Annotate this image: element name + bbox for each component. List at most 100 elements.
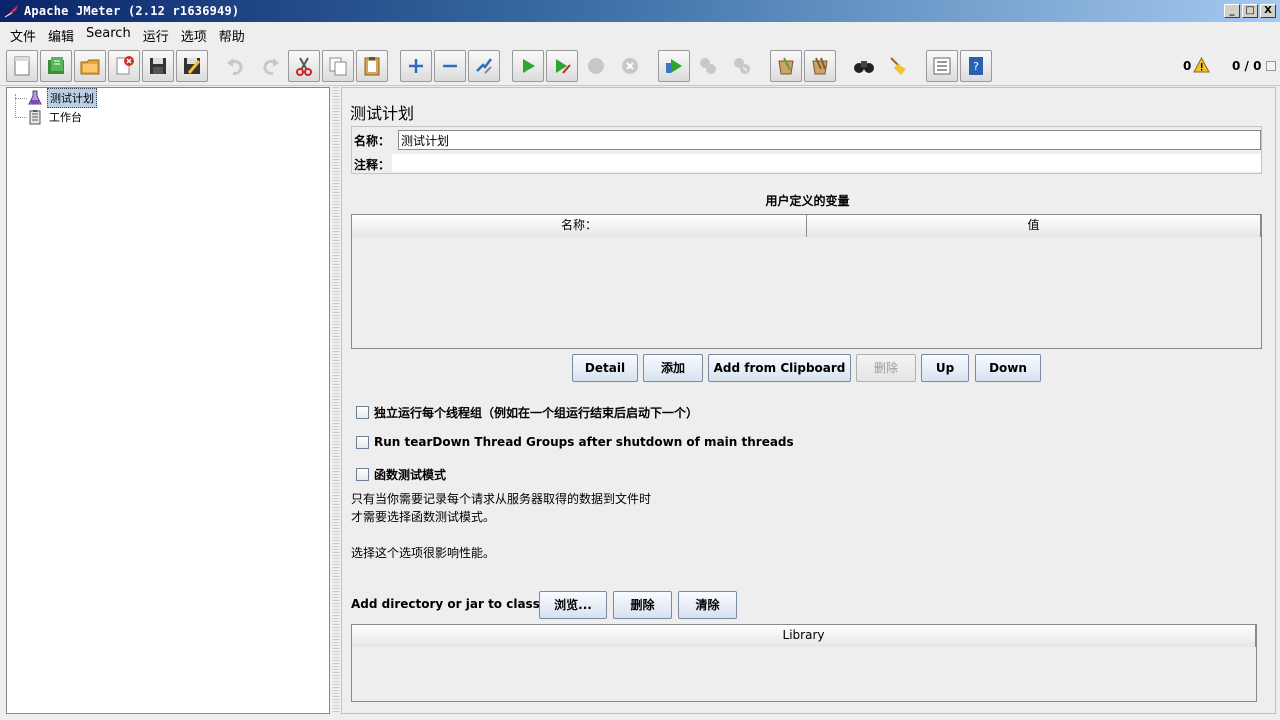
close-file-button[interactable] (108, 50, 140, 82)
save-icon (150, 58, 166, 74)
undo-button[interactable] (220, 50, 252, 82)
help-book-icon: ? (969, 57, 983, 75)
user-variables-table[interactable]: 名称： 值 (351, 214, 1262, 349)
teardown-checkbox[interactable] (356, 435, 369, 449)
toolbar: ? 0 0 / 0 (0, 46, 1280, 86)
up-button[interactable]: Up (921, 354, 969, 382)
open-button[interactable] (74, 50, 106, 82)
reset-search-button[interactable] (882, 50, 914, 82)
clear-icon (778, 57, 794, 75)
menu-run[interactable]: 运行 (137, 22, 175, 45)
title-bar: Apache JMeter (2.12 r1636949) _ □ X (0, 0, 1280, 22)
workbench-icon (29, 110, 41, 125)
name-comment-box: 名称： 注释： (351, 126, 1262, 174)
library-table[interactable]: Library (351, 624, 1257, 702)
column-header-value[interactable]: 值 (807, 215, 1261, 237)
remote-start-icon (666, 59, 682, 73)
split-pane-divider[interactable] (333, 87, 339, 714)
functional-test-mode-option[interactable]: 函数测试模式 (356, 466, 446, 483)
tree-item-test-plan[interactable]: 测试计划 (27, 88, 97, 108)
menu-options[interactable]: 选项 (175, 22, 213, 45)
maximize-button[interactable]: □ (1242, 4, 1258, 18)
checkbox-label: 独立运行每个线程组（例如在一个组运行结束后启动下一个） (374, 406, 699, 420)
user-variables-title: 用户定义的变量 (765, 194, 850, 208)
test-plan-icon (28, 90, 42, 105)
start-no-pause-button[interactable] (546, 50, 578, 82)
templates-button[interactable] (40, 50, 72, 82)
down-button[interactable]: Down (975, 354, 1041, 382)
expand-all-button[interactable] (400, 50, 432, 82)
page-title: 测试计划 (350, 104, 415, 123)
clear-all-button[interactable] (804, 50, 836, 82)
collapse-all-button[interactable] (434, 50, 466, 82)
undo-icon (227, 58, 243, 75)
remote-stop-icon (700, 58, 716, 74)
stop-button[interactable] (580, 50, 612, 82)
toggle-button[interactable] (468, 50, 500, 82)
minimize-button[interactable]: _ (1224, 4, 1240, 18)
classpath-label: Add directory or jar to classpath (351, 597, 571, 611)
clear-classpath-button[interactable]: 清除 (678, 591, 737, 619)
add-from-clipboard-button[interactable]: Add from Clipboard (708, 354, 851, 382)
function-helper-button[interactable] (926, 50, 958, 82)
window-title: Apache JMeter (2.12 r1636949) (24, 4, 240, 18)
tree-connector (15, 117, 27, 118)
function-helper-icon (933, 57, 951, 75)
browse-button[interactable]: 浏览... (539, 591, 607, 619)
shutdown-button[interactable] (614, 50, 646, 82)
menu-bar: 文件 编辑 Search 运行 选项 帮助 (0, 22, 1280, 45)
performance-help: 选择这个选项很影响性能。 (351, 546, 496, 560)
menu-help[interactable]: 帮助 (213, 22, 251, 45)
menu-file[interactable]: 文件 (4, 22, 42, 45)
help-line: 只有当你需要记录每个请求从服务器取得的数据到文件时 (351, 492, 652, 506)
tree-connector (15, 98, 27, 99)
clear-button[interactable] (770, 50, 802, 82)
test-plan-panel: 测试计划 名称： 注释： 用户定义的变量 名称： 值 Detail 添加 Add… (341, 87, 1276, 714)
comment-field[interactable] (392, 154, 1261, 172)
detail-button[interactable]: Detail (572, 354, 638, 382)
start-icon (523, 59, 535, 73)
redo-icon (263, 58, 279, 75)
cut-button[interactable] (288, 50, 320, 82)
serialize-thread-groups-checkbox[interactable] (356, 406, 369, 419)
name-field[interactable] (398, 130, 1261, 150)
functional-test-mode-checkbox[interactable] (356, 468, 369, 481)
new-button[interactable] (6, 50, 38, 82)
help-button[interactable]: ? (960, 50, 992, 82)
open-icon (80, 59, 100, 75)
test-tree[interactable]: 测试计划 工作台 (6, 87, 330, 714)
close-icon (116, 56, 134, 75)
delete-button[interactable]: 删除 (856, 354, 916, 382)
active-threads-count: 0 / 0 (1232, 59, 1262, 73)
menu-search[interactable]: Search (80, 22, 137, 45)
warning-icon[interactable] (1193, 57, 1210, 73)
shutdown-icon (622, 58, 638, 74)
close-button[interactable]: X (1260, 4, 1276, 18)
error-count: 0 (1183, 59, 1192, 73)
copy-button[interactable] (322, 50, 354, 82)
add-button[interactable]: 添加 (643, 354, 703, 382)
tree-item-workbench[interactable]: 工作台 (27, 108, 84, 126)
serialize-thread-groups-option[interactable]: 独立运行每个线程组（例如在一个组运行结束后启动下一个） (356, 404, 698, 421)
toggle-icon (476, 58, 492, 74)
column-header-name[interactable]: 名称： (352, 215, 807, 237)
help-line: 才需要选择函数测试模式。 (351, 510, 496, 524)
save-as-button[interactable] (176, 50, 208, 82)
save-button[interactable] (142, 50, 174, 82)
redo-button[interactable] (254, 50, 286, 82)
clear-all-icon (812, 57, 828, 75)
remote-stop-button[interactable] (692, 50, 724, 82)
save-as-icon (184, 58, 201, 74)
delete-classpath-button[interactable]: 删除 (613, 591, 672, 619)
remote-shutdown-button[interactable] (726, 50, 758, 82)
expand-icon (409, 59, 423, 73)
search-button[interactable] (848, 50, 880, 82)
column-header-library[interactable]: Library (352, 625, 1256, 647)
paste-button[interactable] (356, 50, 388, 82)
remote-start-button[interactable] (658, 50, 690, 82)
menu-edit[interactable]: 编辑 (42, 22, 80, 45)
name-label: 名称： (354, 134, 391, 148)
teardown-option[interactable]: Run tearDown Thread Groups after shutdow… (356, 435, 794, 449)
comment-label: 注释： (354, 158, 391, 172)
start-button[interactable] (512, 50, 544, 82)
